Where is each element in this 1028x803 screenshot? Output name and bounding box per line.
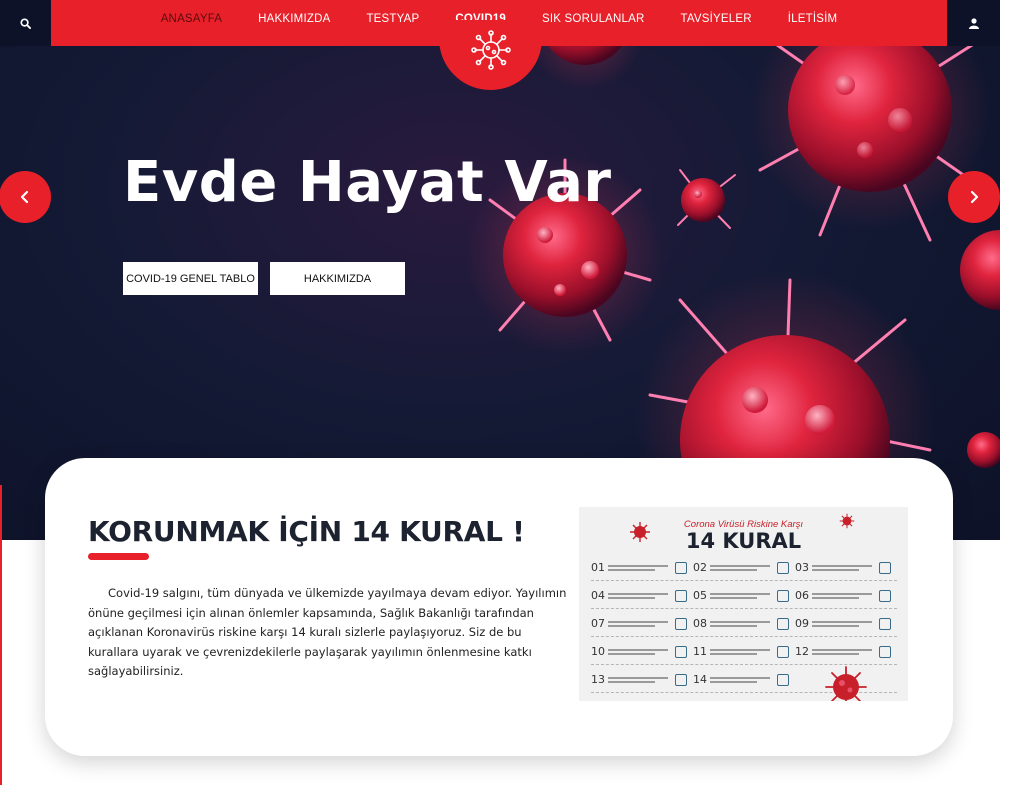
rule-number: 04 xyxy=(591,589,605,602)
search-icon xyxy=(20,17,31,29)
rule-number: 10 xyxy=(591,645,605,658)
infographic-title: 14 KURAL xyxy=(685,529,802,553)
chevron-left-icon xyxy=(20,190,29,204)
user-icon xyxy=(968,17,979,29)
card-text: Covid-19 salgını, tüm dünyada ve ülkemiz… xyxy=(88,586,567,678)
page-right-margin xyxy=(1000,0,1028,803)
rule-number: 13 xyxy=(591,673,605,686)
rule-number: 09 xyxy=(795,617,809,630)
chevron-right-icon xyxy=(970,190,979,204)
rule-icon xyxy=(675,589,687,602)
rule-icon xyxy=(777,589,789,602)
rule-icon xyxy=(675,673,687,686)
rule-number: 12 xyxy=(795,645,809,658)
rule-number: 03 xyxy=(795,561,809,574)
nav-item-about[interactable]: HAKKIMIZDA xyxy=(240,13,348,25)
rules-card: KORUNMAK İÇİN 14 KURAL ! Covid-19 salgın… xyxy=(45,458,953,756)
covid-table-button[interactable]: COVID-19 GENEL TABLO xyxy=(123,262,258,295)
virus-icon xyxy=(825,665,867,701)
rule-icon xyxy=(879,617,891,630)
rule-number: 06 xyxy=(795,589,809,602)
virus-icon xyxy=(470,30,511,70)
rule-icon xyxy=(777,617,789,630)
nav-item-faq[interactable]: SIK SORULANLAR xyxy=(524,13,663,25)
title-underline xyxy=(88,553,149,560)
nav-item-test[interactable]: TESTYAP xyxy=(348,13,437,25)
rule-icon xyxy=(675,561,687,574)
user-button[interactable] xyxy=(947,0,1000,46)
infographic-rule-grid: 01 02 03 04 05 06 07 08 09 10 11 12 13 1 xyxy=(591,555,897,701)
rule-icon xyxy=(879,645,891,658)
rule-number: 05 xyxy=(693,589,707,602)
rule-icon xyxy=(675,617,687,630)
rule-icon xyxy=(777,673,789,686)
rule-number: 01 xyxy=(591,561,605,574)
rule-number: 14 xyxy=(693,673,707,686)
slider-next-button[interactable] xyxy=(948,171,1000,223)
rule-icon xyxy=(879,589,891,602)
nav-item-contact[interactable]: İLETİSİM xyxy=(770,13,856,25)
rule-number: 08 xyxy=(693,617,707,630)
hero-title: Evde Hayat Var xyxy=(123,150,612,215)
rule-icon xyxy=(675,645,687,658)
about-button[interactable]: HAKKIMIZDA xyxy=(270,262,405,295)
slider-prev-button[interactable] xyxy=(0,171,51,223)
rules-infographic: Corona Virüsü Riskine Karşı 14 KURAL 01 … xyxy=(579,507,908,701)
rule-number: 11 xyxy=(693,645,707,658)
nav-item-advice[interactable]: TAVSİYELER xyxy=(663,13,770,25)
search-button[interactable] xyxy=(0,0,51,46)
rule-icon xyxy=(777,561,789,574)
left-accent-line xyxy=(0,485,2,785)
rule-icon xyxy=(879,561,891,574)
rule-number: 02 xyxy=(693,561,707,574)
card-title: KORUNMAK İÇİN 14 KURAL ! xyxy=(88,515,525,548)
nav-item-home[interactable]: ANASAYFA xyxy=(143,13,240,25)
rule-icon xyxy=(777,645,789,658)
rule-number: 07 xyxy=(591,617,605,630)
